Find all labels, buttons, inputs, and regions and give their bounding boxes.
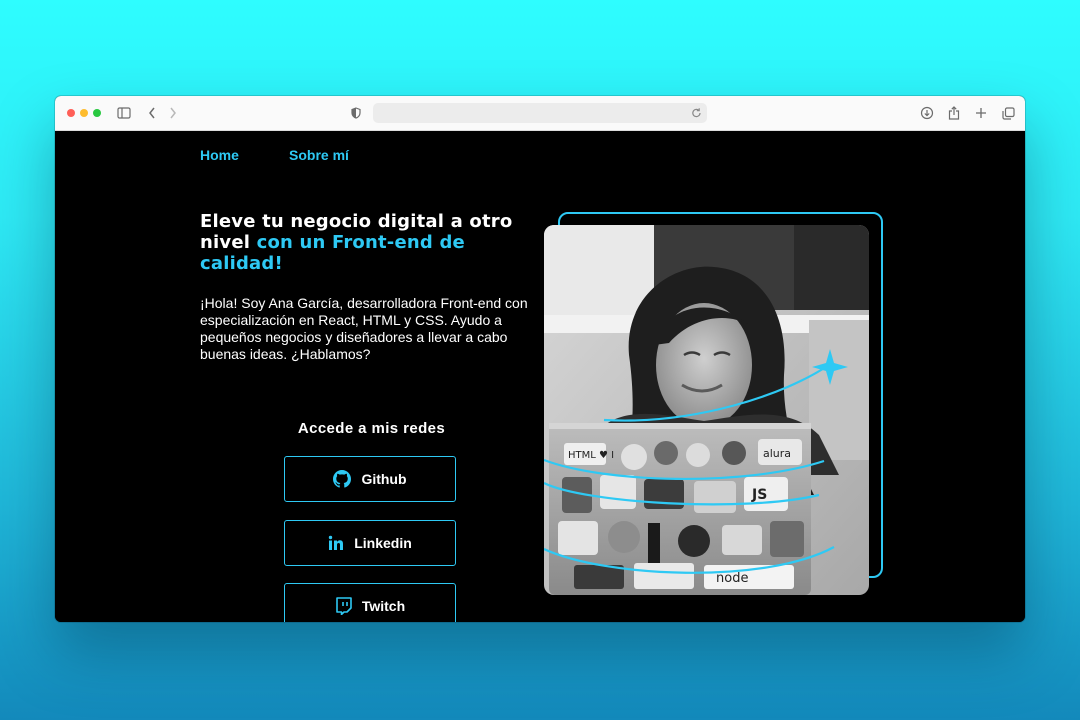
sidebar-icon[interactable] — [116, 105, 132, 121]
forward-icon[interactable] — [165, 105, 181, 121]
twitch-button-label: Twitch — [361, 598, 406, 614]
twitch-icon — [335, 597, 352, 615]
linkedin-button-label: Linkedin — [354, 535, 412, 551]
hero-headline: Eleve tu negocio digital a otro nivel co… — [200, 211, 530, 274]
profile-photo: HTML ♥ I alura JS node — [544, 225, 869, 595]
twitch-button[interactable]: Twitch — [284, 583, 456, 622]
maximize-window-button[interactable] — [93, 109, 101, 117]
sticker-alura: alura — [763, 447, 791, 460]
share-icon[interactable] — [946, 105, 962, 121]
back-icon[interactable] — [144, 105, 160, 121]
reload-icon[interactable] — [691, 106, 702, 124]
close-window-button[interactable] — [67, 109, 75, 117]
nav-about-link[interactable]: Sobre mí — [289, 147, 349, 163]
browser-window: Home Sobre mí Eleve tu negocio digital a… — [55, 96, 1025, 622]
hero-intro-text: ¡Hola! Soy Ana García, desarrolladora Fr… — [200, 295, 528, 362]
new-tab-icon[interactable] — [973, 105, 989, 121]
sticker-node: node — [716, 571, 748, 586]
github-button-label: Github — [361, 471, 407, 487]
tabs-overview-icon[interactable] — [1000, 105, 1016, 121]
shield-icon[interactable] — [348, 105, 364, 121]
linkedin-button[interactable]: Linkedin — [284, 520, 456, 566]
github-button[interactable]: Github — [284, 456, 456, 502]
github-icon — [333, 470, 352, 488]
browser-toolbar — [55, 96, 1025, 131]
sticker-html: HTML ♥ I — [568, 450, 614, 461]
portfolio-page: Home Sobre mí Eleve tu negocio digital a… — [55, 131, 1025, 622]
social-section-title: Accede a mis redes — [297, 420, 446, 437]
minimize-window-button[interactable] — [80, 109, 88, 117]
nav-home-link[interactable]: Home — [200, 147, 239, 163]
linkedin-icon — [328, 535, 344, 551]
address-bar[interactable] — [373, 103, 707, 123]
sticker-js: JS — [751, 487, 767, 503]
download-icon[interactable] — [919, 105, 935, 121]
